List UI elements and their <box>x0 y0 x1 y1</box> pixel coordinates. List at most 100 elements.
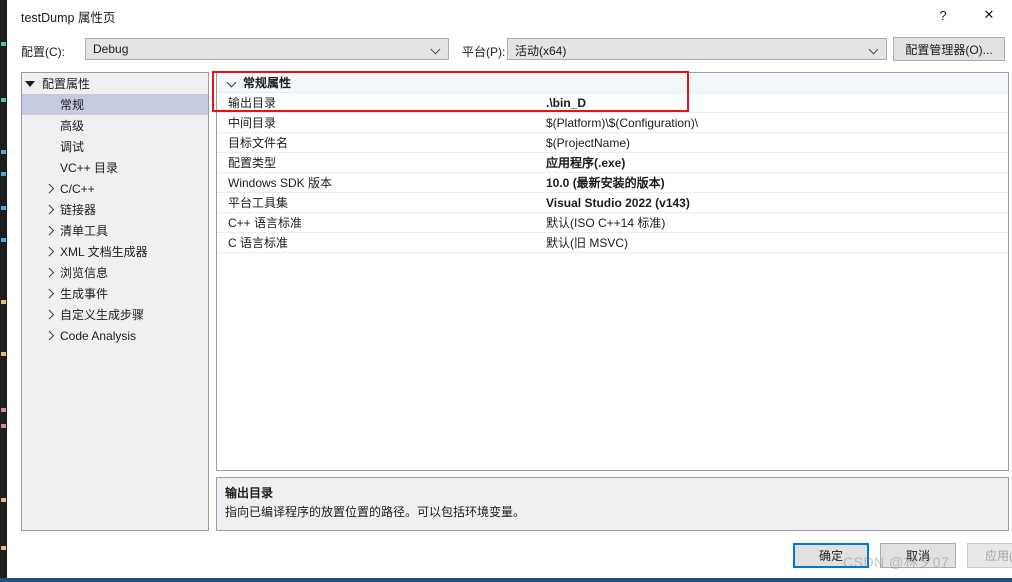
property-row[interactable]: 配置类型 应用程序(.exe) <box>217 153 1008 173</box>
property-name: 配置类型 <box>228 156 277 170</box>
triangle-right-icon <box>45 226 51 235</box>
editor-marker <box>1 98 6 102</box>
apply-button: 应用(A) <box>967 543 1012 568</box>
editor-marker <box>1 546 6 550</box>
sidebar-item[interactable]: 自定义生成步骤 <box>22 304 208 325</box>
title-bar: testDump 属性页 ? ✕ <box>7 0 1012 30</box>
editor-marker <box>1 206 6 210</box>
description-text: 指向已编译程序的放置位置的路径。可以包括环境变量。 <box>225 505 526 519</box>
property-name: 目标文件名 <box>228 136 289 150</box>
expander-expand-icon[interactable] <box>40 268 56 277</box>
chevron-down-icon <box>432 45 441 54</box>
expander-expand-icon[interactable] <box>40 226 56 235</box>
help-icon[interactable]: ? <box>920 0 966 30</box>
sidebar-item-label: 常规 <box>60 98 85 112</box>
sidebar-item[interactable]: 浏览信息 <box>22 262 208 283</box>
property-row[interactable]: 中间目录 $(Platform)\$(Configuration)\ <box>217 113 1008 133</box>
configuration-manager-button[interactable]: 配置管理器(O)... <box>893 37 1005 61</box>
sidebar-item-label: 链接器 <box>60 203 97 217</box>
sidebar-item-label: 调试 <box>60 140 85 154</box>
property-value[interactable]: $(ProjectName) <box>542 133 1008 152</box>
triangle-right-icon <box>45 289 51 298</box>
property-name: Windows SDK 版本 <box>228 176 333 190</box>
close-icon[interactable]: ✕ <box>966 0 1012 30</box>
expander-expand-icon[interactable] <box>40 184 56 193</box>
property-row[interactable]: Windows SDK 版本 10.0 (最新安装的版本) <box>217 173 1008 193</box>
sidebar-item-label: 浏览信息 <box>60 266 109 280</box>
property-value[interactable]: 应用程序(.exe) <box>542 153 1008 172</box>
ide-background-edge <box>0 0 7 582</box>
window-title: testDump 属性页 <box>21 11 116 25</box>
editor-marker <box>1 238 6 242</box>
sidebar-item-label: 生成事件 <box>60 287 109 301</box>
sidebar-item-label: C/C++ <box>60 181 95 196</box>
triangle-down-icon <box>25 80 35 87</box>
configuration-value: Debug <box>93 42 129 56</box>
property-value[interactable] <box>542 73 1008 92</box>
property-value[interactable]: 默认(ISO C++14 标准) <box>542 213 1008 232</box>
sidebar-item[interactable]: Code Analysis <box>22 325 208 346</box>
sidebar-item[interactable]: 调试 <box>22 136 208 157</box>
platform-label: 平台(P): <box>462 45 506 59</box>
expander-collapse-icon[interactable] <box>22 80 38 87</box>
sidebar-item[interactable]: VC++ 目录 <box>22 157 208 178</box>
editor-marker <box>1 42 6 46</box>
sidebar-item-label: VC++ 目录 <box>60 161 119 175</box>
ok-button[interactable]: 确定 <box>793 543 869 568</box>
ide-status-strip <box>0 578 1012 582</box>
property-row[interactable]: C++ 语言标准 默认(ISO C++14 标准) <box>217 213 1008 233</box>
dialog-footer: 确定 取消 应用(A) <box>7 538 1012 582</box>
property-value[interactable]: 10.0 (最新安装的版本) <box>542 173 1008 192</box>
property-row[interactable]: 输出目录 .\bin_D <box>217 93 1008 113</box>
property-name: C++ 语言标准 <box>228 216 303 230</box>
editor-marker <box>1 300 6 304</box>
property-row[interactable]: 平台工具集 Visual Studio 2022 (v143) <box>217 193 1008 213</box>
configuration-tree[interactable]: 配置属性常规高级调试 VC++ 目录 C/C++ 链接器清单工具 XML 文档生成器浏览… <box>21 72 209 531</box>
configuration-dropdown[interactable]: Debug <box>85 38 449 60</box>
property-pages-dialog: testDump 属性页 ? ✕ 配置(C): Debug 平台(P): 活动(… <box>7 0 1012 582</box>
platform-value: 活动(x64) <box>515 44 567 58</box>
property-grid[interactable]: 常规属性输出目录 .\bin_D 中间目录 $(Platform)\$(Configu… <box>216 72 1009 471</box>
sidebar-item[interactable]: 生成事件 <box>22 283 208 304</box>
property-value[interactable]: 默认(旧 MSVC) <box>542 233 1008 252</box>
property-name: 输出目录 <box>228 96 277 110</box>
property-name: 平台工具集 <box>228 196 289 210</box>
sidebar-item-label: Code Analysis <box>60 328 137 343</box>
editor-marker <box>1 172 6 176</box>
sidebar-item-label: 清单工具 <box>60 224 109 238</box>
expander-expand-icon[interactable] <box>40 247 56 256</box>
expander-expand-icon[interactable] <box>40 331 56 340</box>
sidebar-item[interactable]: 链接器 <box>22 199 208 220</box>
sidebar-item[interactable]: 配置属性 <box>22 73 208 94</box>
property-value[interactable]: Visual Studio 2022 (v143) <box>542 193 1008 212</box>
editor-marker <box>1 408 6 412</box>
property-value[interactable]: .\bin_D <box>542 93 1008 112</box>
triangle-right-icon <box>45 247 51 256</box>
sidebar-item-label: 高级 <box>60 119 85 133</box>
sidebar-item[interactable]: 清单工具 <box>22 220 208 241</box>
editor-marker <box>1 424 6 428</box>
triangle-right-icon <box>45 331 51 340</box>
triangle-right-icon <box>45 205 51 214</box>
property-value[interactable]: $(Platform)\$(Configuration)\ <box>542 113 1008 132</box>
expander-expand-icon[interactable] <box>40 310 56 319</box>
sidebar-item-label: 配置属性 <box>42 77 91 91</box>
property-name: 常规属性 <box>243 76 292 90</box>
sidebar-item-label: 自定义生成步骤 <box>60 308 145 322</box>
editor-marker <box>1 352 6 356</box>
expander-expand-icon[interactable] <box>40 289 56 298</box>
property-row[interactable]: 目标文件名 $(ProjectName) <box>217 133 1008 153</box>
description-title: 输出目录 <box>225 486 274 500</box>
cancel-button[interactable]: 取消 <box>880 543 956 568</box>
sidebar-item[interactable]: 高级 <box>22 115 208 136</box>
property-category-row[interactable]: 常规属性 <box>217 73 1008 93</box>
property-row[interactable]: C 语言标准 默认(旧 MSVC) <box>217 233 1008 253</box>
triangle-right-icon <box>45 310 51 319</box>
platform-dropdown[interactable]: 活动(x64) <box>507 38 887 60</box>
sidebar-item[interactable]: 常规 <box>22 94 208 115</box>
sidebar-item[interactable]: XML 文档生成器 <box>22 241 208 262</box>
configuration-bar: 配置(C): Debug 平台(P): 活动(x64) 配置管理器(O)... <box>7 30 1012 70</box>
configuration-label: 配置(C): <box>21 45 65 59</box>
expander-expand-icon[interactable] <box>40 205 56 214</box>
sidebar-item[interactable]: C/C++ <box>22 178 208 199</box>
